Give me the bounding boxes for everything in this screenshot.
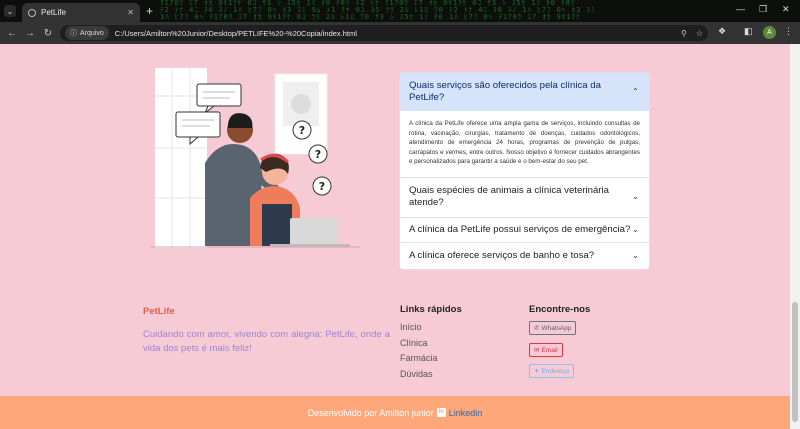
browser-tab[interactable]: PetLife ✕	[22, 3, 140, 22]
site-info-chip[interactable]: ⓘ Arquivo	[65, 26, 109, 40]
faq-answer-1: A clínica da PetLife oferece uma ampla g…	[409, 120, 640, 166]
arrow-right-icon: →	[25, 27, 35, 39]
chevron-down-icon: ⌄	[632, 224, 639, 234]
svg-text:?: ?	[319, 180, 325, 193]
whatsapp-icon: ✆	[534, 325, 540, 332]
email-label: Email	[541, 346, 558, 354]
link-duvidas[interactable]: Dúvidas	[400, 367, 438, 383]
faq-question-text: A clínica da PetLife possui serviços de …	[409, 223, 631, 235]
reload-icon: ↻	[43, 27, 53, 39]
profile-avatar[interactable]: A	[763, 26, 776, 39]
star-icon[interactable]: ☆	[696, 29, 703, 38]
find-us-title: Encontre-nos	[529, 304, 591, 315]
site-info-label: Arquivo	[80, 29, 104, 37]
faq-accordion: Quais serviços são oferecidos pela clíni…	[400, 73, 649, 269]
forward-button[interactable]: →	[21, 28, 39, 39]
faq-question-2[interactable]: Quais espécies de animais a clínica vete…	[400, 176, 649, 217]
scrollbar-thumb[interactable]	[792, 302, 798, 422]
quick-links: Início Clínica Farmácia Dúvidas	[400, 320, 438, 382]
svg-text:?: ?	[315, 148, 321, 161]
address-bar[interactable]: ⓘ Arquivo C:/Users/Amilton%20Junior/Desk…	[60, 25, 708, 41]
address-button[interactable]: ✦ Endereço	[529, 364, 575, 378]
globe-icon	[28, 8, 36, 17]
footer-brand: PetLife	[143, 306, 175, 317]
quick-links-title: Links rápidos	[400, 304, 462, 315]
linkedin-icon[interactable]: in	[436, 408, 446, 417]
email-button[interactable]: ✉ Email	[529, 343, 563, 357]
chevron-down-icon: ⌄	[6, 6, 14, 16]
back-button[interactable]: ←	[3, 28, 21, 39]
browser-toolbar: ← → ↻ ⓘ Arquivo C:/Users/Amilton%20Junio…	[0, 22, 800, 44]
reload-button[interactable]: ↻	[39, 28, 57, 39]
faq-question-1[interactable]: Quais serviços são oferecidos pela clíni…	[400, 73, 649, 111]
address-label: Endereço	[541, 367, 570, 375]
sidebar-icon[interactable]: ◧	[744, 26, 753, 37]
faq-question-3[interactable]: A clínica da PetLife possui serviços de …	[400, 216, 649, 242]
location-icon: ✦	[534, 368, 540, 375]
maximize-button[interactable]: ❐	[759, 4, 767, 15]
close-icon[interactable]: ✕	[127, 8, 134, 17]
faq-illustration: ? ? ?	[150, 68, 360, 248]
new-tab-button[interactable]: +	[146, 4, 153, 18]
footer-tagline: Cuidando com amor, vivendo com alegria: …	[143, 329, 390, 354]
plus-icon: +	[146, 4, 154, 18]
page-scrollbar[interactable]	[790, 44, 800, 429]
linkedin-link[interactable]: Linkedin	[449, 408, 483, 418]
page-content: ? ? ? Quais serviços são oferecidos pela…	[0, 44, 790, 429]
url-text[interactable]: C:/Users/Amilton%20Junior/Desktop/PETLIF…	[115, 29, 357, 38]
desktop-background: ｦ1ｱ0ｳ ｴ7 ｵｶ 9ｷ1ｸｹ 0ｺ ｻ3 ｼ ｽ5ｾ 1ｿ ﾀ0 ﾁ8ﾂ …	[160, 0, 596, 21]
kebab-menu-icon[interactable]: ⋮	[784, 26, 793, 37]
chevron-down-icon: ⌄	[632, 250, 639, 260]
tab-title: PetLife	[41, 8, 66, 17]
whatsapp-button[interactable]: ✆ WhatsApp	[529, 321, 577, 335]
zoom-icon[interactable]: ⚲	[681, 29, 687, 38]
footer-credit-bar: Desenvolvido por Amilton junior in Linke…	[0, 396, 790, 429]
browser-tab-bar: ｦ1ｱ0ｳ ｴ7 ｵｶ 9ｷ1ｸｹ 0ｺ ｻ3 ｼ ｽ5ｾ 1ｿ ﾀ0 ﾁ8ﾂ …	[0, 0, 800, 22]
tab-search-button[interactable]: ⌄	[4, 5, 16, 17]
envelope-icon: ✉	[534, 347, 540, 354]
link-farmacia[interactable]: Farmácia	[400, 351, 438, 367]
arrow-left-icon: ←	[7, 27, 17, 39]
chevron-up-icon: ⌃	[632, 87, 639, 96]
credit-text: Desenvolvido por Amilton junior	[307, 407, 434, 418]
whatsapp-label: WhatsApp	[541, 324, 572, 332]
puzzle-icon[interactable]: ❖	[718, 26, 726, 37]
link-inicio[interactable]: Início	[400, 320, 438, 336]
faq-question-4[interactable]: A clínica oferece serviços de banho e to…	[400, 241, 649, 269]
faq-question-text: A clínica oferece serviços de banho e to…	[409, 249, 595, 261]
minimize-button[interactable]: —	[736, 4, 745, 14]
chevron-down-icon: ⌄	[632, 192, 639, 202]
faq-question-text: Quais espécies de animais a clínica vete…	[409, 185, 609, 209]
svg-text:?: ?	[299, 124, 305, 137]
link-clinica[interactable]: Clínica	[400, 336, 438, 352]
faq-question-text: Quais serviços são oferecidos pela clíni…	[409, 80, 601, 103]
info-icon: ⓘ	[70, 30, 77, 37]
window-close-button[interactable]: ✕	[782, 4, 790, 15]
